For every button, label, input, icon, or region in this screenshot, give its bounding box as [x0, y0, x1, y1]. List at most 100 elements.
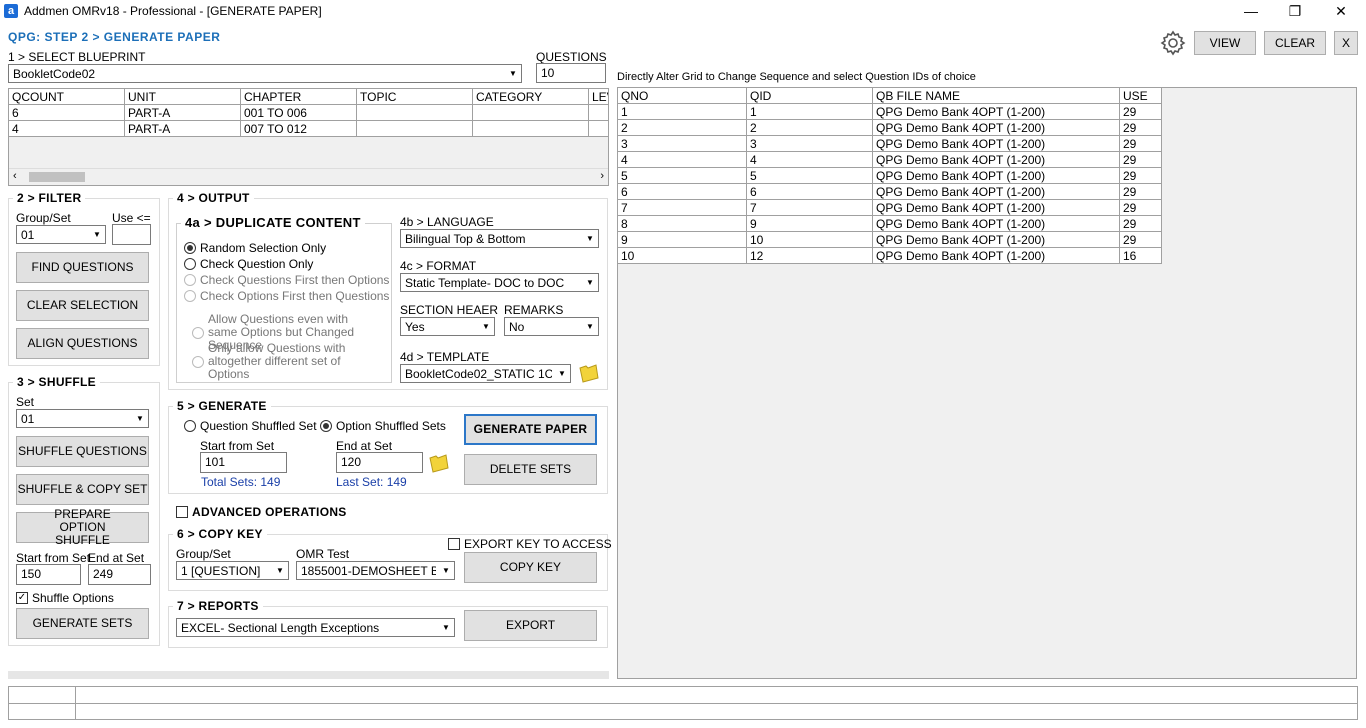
grid-cell[interactable] [472, 120, 589, 137]
grid-cell[interactable]: 6 [618, 183, 747, 200]
scroll-right-icon[interactable]: › [600, 170, 604, 182]
checkbox-icon[interactable] [448, 538, 460, 550]
table-row[interactable]: 6 6 QPG Demo Bank 4OPT (1-200) 29 [618, 183, 1162, 200]
horizontal-scrollbar[interactable]: ‹ › [9, 168, 608, 185]
blueprint-select[interactable]: BookletCode02 ▼ [8, 64, 522, 83]
table-row[interactable]: 2 2 QPG Demo Bank 4OPT (1-200) 29 [618, 119, 1162, 136]
grid-cell[interactable]: QPG Demo Bank 4OPT (1-200) [872, 183, 1120, 200]
radio-selected-icon[interactable] [320, 420, 332, 432]
grid-cell[interactable]: 29 [1119, 103, 1162, 120]
checkbox-checked-icon[interactable]: ✓ [16, 592, 28, 604]
table-row[interactable]: 6 PART-A 001 TO 006 [9, 104, 608, 121]
table-row[interactable]: 4 4 QPG Demo Bank 4OPT (1-200) 29 [618, 151, 1162, 168]
scrollbar-thumb[interactable] [29, 172, 85, 182]
shuffle-end-input[interactable]: 249 [88, 564, 151, 585]
grid-cell[interactable]: 10 [618, 247, 747, 264]
copy-key-group-select[interactable]: 1 [QUESTION] ▼ [176, 561, 289, 580]
grid-cell[interactable]: 001 TO 006 [240, 104, 357, 121]
language-select[interactable]: Bilingual Top & Bottom ▼ [400, 229, 599, 248]
grid-cell[interactable]: 29 [1119, 151, 1162, 168]
column-header[interactable]: CHAPTER [240, 89, 357, 105]
grid-cell[interactable]: 6 [746, 183, 873, 200]
copy-key-button[interactable]: COPY KEY [464, 552, 597, 583]
generate-end-input[interactable]: 120 [336, 452, 423, 473]
scroll-left-icon[interactable]: ‹ [13, 170, 17, 182]
table-row[interactable]: 4 PART-A 007 TO 012 [9, 120, 608, 137]
grid-cell[interactable] [588, 120, 608, 137]
use-input[interactable] [112, 224, 151, 245]
questions-input[interactable]: 10 [536, 63, 606, 83]
shuffle-start-input[interactable]: 150 [16, 564, 81, 585]
grid-cell[interactable]: 29 [1119, 167, 1162, 184]
column-header[interactable]: UNIT [124, 89, 241, 105]
section-header-select[interactable]: Yes ▼ [400, 317, 495, 336]
grid-cell[interactable]: 3 [618, 135, 747, 152]
template-select[interactable]: BookletCode02_STATIC 1COL ▼ [400, 364, 571, 383]
radio-icon[interactable] [184, 258, 196, 270]
grid-cell[interactable]: 4 [746, 151, 873, 168]
gear-icon[interactable] [1160, 30, 1186, 56]
grid-cell[interactable]: 5 [618, 167, 747, 184]
clear-selection-button[interactable]: CLEAR SELECTION [16, 290, 149, 321]
grid-cell[interactable]: QPG Demo Bank 4OPT (1-200) [872, 231, 1120, 248]
grid-cell[interactable]: 2 [746, 119, 873, 136]
export-key-access-checkbox[interactable]: EXPORT KEY TO ACCESS [448, 537, 612, 551]
format-select[interactable]: Static Template- DOC to DOC ▼ [400, 273, 599, 292]
grid-cell[interactable]: PART-A [124, 104, 241, 121]
column-header[interactable]: USE [1119, 88, 1162, 104]
table-row[interactable]: 8 9 QPG Demo Bank 4OPT (1-200) 29 [618, 215, 1162, 232]
grid-cell[interactable]: 3 [746, 135, 873, 152]
grid-cell[interactable]: 29 [1119, 199, 1162, 216]
grid-cell[interactable]: 4 [9, 120, 125, 137]
minimize-button[interactable]: — [1228, 0, 1274, 24]
blueprint-grid[interactable]: QCOUNT UNIT CHAPTER TOPIC CATEGORY LEV 6… [8, 88, 609, 186]
dup-option-random[interactable]: Random Selection Only [184, 241, 326, 255]
shuffle-questions-button[interactable]: SHUFFLE QUESTIONS [16, 436, 149, 467]
table-row[interactable]: 3 3 QPG Demo Bank 4OPT (1-200) 29 [618, 135, 1162, 152]
align-questions-button[interactable]: ALIGN QUESTIONS [16, 328, 149, 359]
window-close-button[interactable]: ✕ [1318, 0, 1364, 24]
grid-cell[interactable]: 5 [746, 167, 873, 184]
omr-test-select[interactable]: 1855001-DEMOSHEET BAN ▼ [296, 561, 455, 580]
table-row[interactable]: 9 10 QPG Demo Bank 4OPT (1-200) 29 [618, 231, 1162, 248]
column-header[interactable]: QNO [618, 88, 747, 104]
grid-cell[interactable] [588, 104, 608, 121]
grid-cell[interactable]: QPG Demo Bank 4OPT (1-200) [872, 103, 1120, 120]
question-shuffled-radio[interactable]: Question Shuffled Set [184, 419, 317, 433]
grid-cell[interactable]: 29 [1119, 231, 1162, 248]
filter-group-select[interactable]: 01 ▼ [16, 225, 106, 244]
grid-cell[interactable]: 8 [618, 215, 747, 232]
shuffle-options-checkbox[interactable]: ✓ Shuffle Options [16, 591, 114, 605]
grid-cell[interactable]: PART-A [124, 120, 241, 137]
radio-icon[interactable] [184, 420, 196, 432]
grid-cell[interactable]: 12 [746, 247, 873, 264]
delete-sets-button[interactable]: DELETE SETS [464, 454, 597, 485]
grid-cell[interactable]: 6 [9, 104, 125, 121]
grid-cell[interactable]: 29 [1119, 215, 1162, 232]
grid-cell[interactable]: 29 [1119, 183, 1162, 200]
grid-cell[interactable]: 4 [618, 151, 747, 168]
shuffle-copy-set-button[interactable]: SHUFFLE & COPY SET [16, 474, 149, 505]
table-row[interactable]: 10 12 QPG Demo Bank 4OPT (1-200) 16 [618, 247, 1162, 264]
clear-button[interactable]: CLEAR [1264, 31, 1326, 55]
checkbox-icon[interactable] [176, 506, 188, 518]
column-header[interactable]: QID [746, 88, 873, 104]
grid-cell[interactable]: 007 TO 012 [240, 120, 357, 137]
column-header[interactable]: QCOUNT [9, 89, 125, 105]
grid-cell[interactable]: 10 [746, 231, 873, 248]
grid-cell[interactable]: 7 [746, 199, 873, 216]
view-button[interactable]: VIEW [1194, 31, 1256, 55]
grid-cell[interactable]: QPG Demo Bank 4OPT (1-200) [872, 119, 1120, 136]
column-header[interactable]: CATEGORY [472, 89, 589, 105]
dup-option-check-question[interactable]: Check Question Only [184, 257, 313, 271]
advanced-operations-checkbox[interactable]: ADVANCED OPERATIONS [176, 505, 347, 519]
column-header[interactable]: LEV [588, 89, 608, 105]
grid-cell[interactable] [472, 104, 589, 121]
grid-cell[interactable]: 29 [1119, 135, 1162, 152]
table-row[interactable]: 5 5 QPG Demo Bank 4OPT (1-200) 29 [618, 167, 1162, 184]
close-form-button[interactable]: X [1334, 31, 1358, 55]
grid-cell[interactable]: 1 [618, 103, 747, 120]
grid-cell[interactable]: 2 [618, 119, 747, 136]
generate-sets-button[interactable]: GENERATE SETS [16, 608, 149, 639]
generate-start-input[interactable]: 101 [200, 452, 287, 473]
